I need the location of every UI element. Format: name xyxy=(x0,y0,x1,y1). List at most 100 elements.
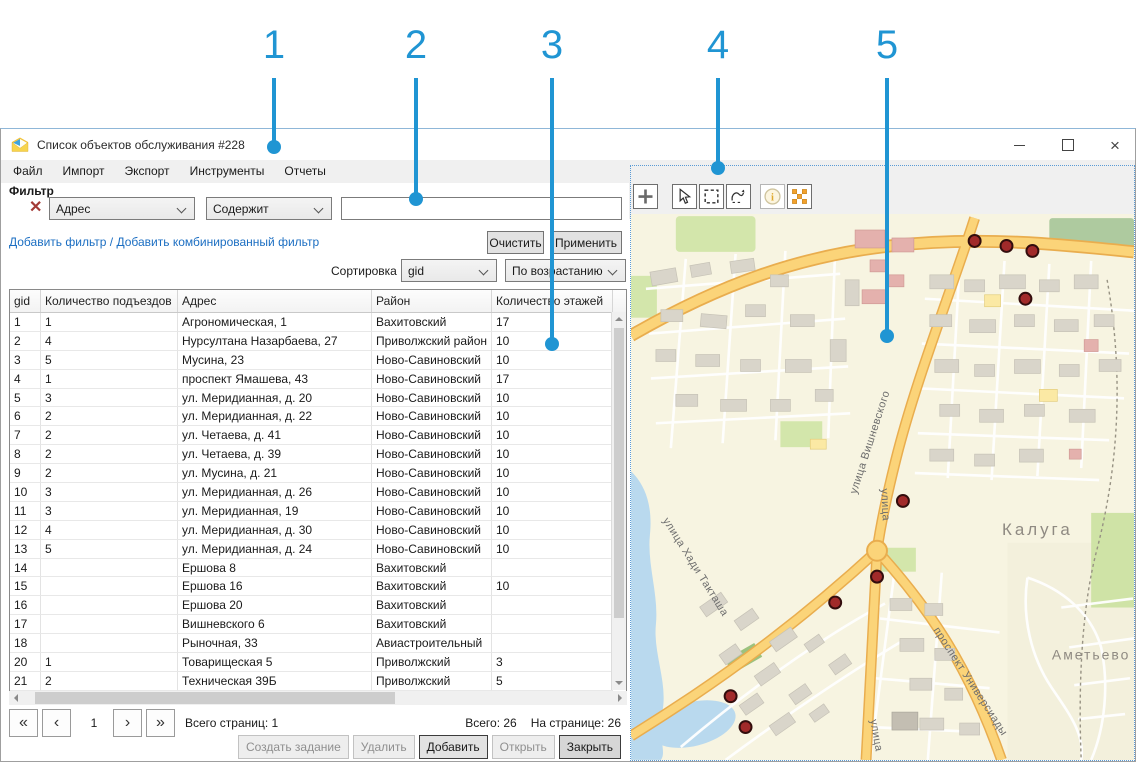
prev-page-button[interactable]: ‹ xyxy=(42,709,71,737)
table-cell[interactable]: 14 xyxy=(10,559,41,578)
table-cell xyxy=(41,559,178,578)
table-cell: 10 xyxy=(492,502,613,521)
table-cell[interactable]: 2 xyxy=(10,332,41,351)
table-cell: 1 xyxy=(41,653,178,672)
sort-direction-dropdown[interactable]: По возрастанию xyxy=(505,259,626,282)
first-page-button[interactable]: « xyxy=(9,709,38,737)
filter-value-input[interactable] xyxy=(341,197,622,220)
add-filter-link[interactable]: Добавить фильтр xyxy=(9,235,106,249)
column-header[interactable]: Количество подъездов xyxy=(41,290,178,312)
scroll-down-icon[interactable] xyxy=(615,681,623,685)
sort-label: Сортировка xyxy=(331,264,397,278)
table-cell: Ново-Савиновский xyxy=(372,351,492,370)
table-cell: 10 xyxy=(492,577,613,596)
table-cell[interactable]: 13 xyxy=(10,540,41,559)
next-page-button[interactable]: › xyxy=(113,709,142,737)
horizontal-scrollbar[interactable] xyxy=(9,691,627,705)
table-cell[interactable]: 10 xyxy=(10,483,41,502)
remove-filter-icon[interactable]: ✕ xyxy=(29,200,42,216)
table-header: gidКоличество подъездовАдресРайонКоличес… xyxy=(10,290,626,313)
table-cell[interactable]: 9 xyxy=(10,464,41,483)
vertical-scrollbar[interactable] xyxy=(611,312,626,690)
table-cell[interactable]: 7 xyxy=(10,426,41,445)
app-window: Список объектов обслуживания #228 × Файл… xyxy=(0,128,1136,762)
close-button[interactable]: × xyxy=(1100,135,1130,155)
table-cell[interactable]: 12 xyxy=(10,521,41,540)
table-cell: 5 xyxy=(492,672,613,691)
table-cell[interactable]: 20 xyxy=(10,653,41,672)
app-icon xyxy=(11,136,29,154)
lasso-select-icon[interactable] xyxy=(726,184,751,209)
vertical-scroll-thumb[interactable] xyxy=(614,328,624,618)
table-cell[interactable]: 21 xyxy=(10,672,41,691)
object-marker[interactable] xyxy=(740,721,752,733)
column-header[interactable]: Адрес xyxy=(178,290,372,312)
table-cell[interactable]: 1 xyxy=(10,313,41,332)
object-marker[interactable] xyxy=(1019,293,1031,305)
table-cell: 10 xyxy=(492,521,613,540)
menu-item-3[interactable]: Экспорт xyxy=(114,161,179,181)
scroll-up-icon[interactable] xyxy=(615,317,623,321)
открыть-button: Открыть xyxy=(492,735,555,759)
sort-field-value: gid xyxy=(408,264,424,278)
filter-links: Добавить фильтр / Добавить комбинированн… xyxy=(9,235,319,249)
object-marker[interactable] xyxy=(969,235,981,247)
title-bar: Список объектов обслуживания #228 × xyxy=(1,129,1135,160)
object-marker[interactable] xyxy=(829,597,841,609)
table-cell[interactable]: 8 xyxy=(10,445,41,464)
table-body: 11Агрономическая, 1Вахитовский1724Нурсул… xyxy=(10,313,613,691)
menu-item-4[interactable]: Инструменты xyxy=(180,161,275,181)
table-cell: 4 xyxy=(41,521,178,540)
scroll-right-icon[interactable] xyxy=(618,694,622,702)
table-cell[interactable]: 18 xyxy=(10,634,41,653)
table-cell[interactable]: 16 xyxy=(10,596,41,615)
table-cell xyxy=(492,634,613,653)
column-header[interactable]: Количество этажей xyxy=(492,290,613,312)
map-canvas[interactable]: КалугаАметьевоулица Вишневскогоулица Хад… xyxy=(631,214,1134,760)
apply-button[interactable]: Применить xyxy=(550,231,622,254)
object-marker[interactable] xyxy=(897,495,909,507)
table-cell[interactable]: 15 xyxy=(10,577,41,596)
object-marker[interactable] xyxy=(1026,245,1038,257)
object-marker[interactable] xyxy=(1001,240,1013,252)
menu-item-1[interactable]: Файл xyxy=(3,161,53,181)
link-separator: / xyxy=(106,235,116,249)
fit-extent-icon[interactable] xyxy=(787,184,812,209)
add-combined-filter-link[interactable]: Добавить комбинированный фильтр xyxy=(116,235,319,249)
map-label: Калуга xyxy=(1002,520,1073,539)
pan-plus-icon[interactable] xyxy=(633,184,658,209)
table-cell: 10 xyxy=(492,389,613,408)
table-cell: 5 xyxy=(41,351,178,370)
column-header[interactable]: Район xyxy=(372,290,492,312)
sort-field-dropdown[interactable]: gid xyxy=(401,259,497,282)
map-label: улица xyxy=(878,488,892,522)
pointer-select-icon[interactable] xyxy=(672,184,697,209)
maximize-button[interactable] xyxy=(1053,135,1083,155)
table-cell[interactable]: 17 xyxy=(10,615,41,634)
minimize-button[interactable] xyxy=(1004,135,1034,155)
column-header[interactable]: gid xyxy=(10,290,41,312)
last-page-button[interactable]: » xyxy=(146,709,175,737)
table-cell[interactable]: 3 xyxy=(10,351,41,370)
rectangle-select-icon[interactable] xyxy=(699,184,724,209)
horizontal-scroll-thumb[interactable] xyxy=(35,692,395,704)
clear-button[interactable]: Очистить xyxy=(487,231,544,254)
filter-field-dropdown[interactable]: Адрес xyxy=(49,197,195,220)
menu-item-5[interactable]: Отчеты xyxy=(274,161,335,181)
table-cell[interactable]: 4 xyxy=(10,370,41,389)
menu-item-2[interactable]: Импорт xyxy=(53,161,115,181)
filter-operator-dropdown[interactable]: Содержит xyxy=(206,197,332,220)
table-cell[interactable]: 6 xyxy=(10,407,41,426)
object-marker[interactable] xyxy=(871,571,883,583)
table-cell[interactable]: 11 xyxy=(10,502,41,521)
table-cell: 10 xyxy=(492,332,613,351)
table-cell[interactable]: 5 xyxy=(10,389,41,408)
callout-number-1: 1 xyxy=(263,23,285,67)
info-icon[interactable]: i xyxy=(760,184,785,209)
table-cell xyxy=(492,596,613,615)
добавить-button[interactable]: Добавить xyxy=(419,735,488,759)
закрыть-button[interactable]: Закрыть xyxy=(559,735,621,759)
scroll-left-icon[interactable] xyxy=(14,694,18,702)
per-page-label: На странице: 26 xyxy=(531,716,621,730)
object-marker[interactable] xyxy=(725,690,737,702)
